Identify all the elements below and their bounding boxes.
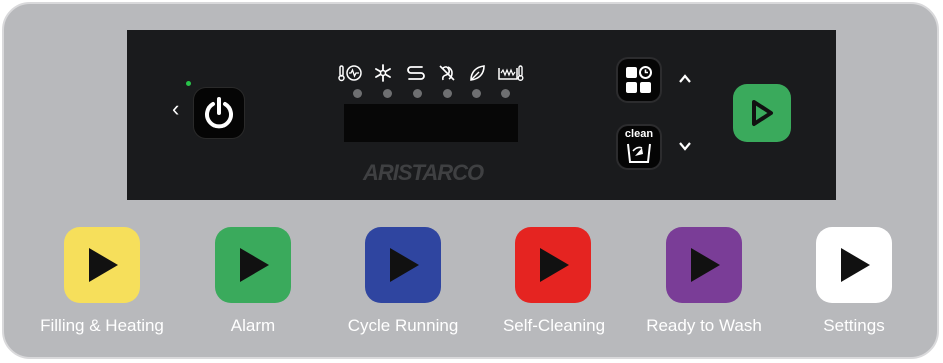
mode-indicator-dot	[501, 89, 510, 98]
thermometer-wave-icon	[338, 64, 362, 82]
state-label: Cycle Running	[347, 316, 459, 335]
play-icon	[841, 248, 870, 282]
play-icon	[752, 100, 773, 126]
brand-logo: ARISTARCO	[363, 160, 484, 185]
snowflake-icon	[374, 64, 398, 82]
digital-display	[344, 104, 518, 142]
ready-to-wash-state	[666, 227, 742, 303]
chevron-up-icon[interactable]	[677, 71, 693, 87]
state-label: Alarm	[230, 316, 276, 335]
self-clean-button[interactable]: clean	[618, 126, 660, 168]
filling-heating-state	[64, 227, 140, 303]
play-icon	[89, 248, 118, 282]
chevron-down-icon[interactable]	[677, 138, 693, 154]
play-icon	[390, 248, 419, 282]
mode-indicator-dot	[353, 89, 362, 98]
programs-icon	[626, 66, 652, 93]
tank-heat-icon	[498, 64, 524, 82]
play-icon	[691, 248, 720, 282]
settings-state	[816, 227, 892, 303]
play-icon	[240, 248, 269, 282]
mode-indicator-dot	[443, 89, 452, 98]
mode-indicator-dot	[383, 89, 392, 98]
no-rinse-icon	[437, 64, 461, 82]
programs-button[interactable]	[618, 59, 660, 101]
mode-indicator-dot	[413, 89, 422, 98]
alarm-state	[215, 227, 291, 303]
clean-tank-icon	[627, 143, 651, 163]
cycle-running-state	[365, 227, 441, 303]
rinse-icon	[406, 64, 430, 82]
self-cleaning-state	[515, 227, 591, 303]
power-icon	[205, 97, 233, 129]
power-indicator-led	[186, 81, 191, 86]
mode-indicator-dot	[472, 89, 481, 98]
state-label: Self-Cleaning	[502, 316, 606, 335]
play-icon	[540, 248, 569, 282]
start-button[interactable]	[733, 84, 791, 142]
eco-leaf-icon	[468, 64, 492, 82]
power-button[interactable]	[194, 88, 244, 138]
clean-label: clean	[624, 128, 654, 140]
state-label: Filling & Heating	[40, 316, 164, 335]
chevron-left-icon[interactable]: ‹	[172, 97, 190, 121]
state-label: Ready to Wash	[646, 316, 762, 335]
state-label: Settings	[823, 316, 885, 335]
